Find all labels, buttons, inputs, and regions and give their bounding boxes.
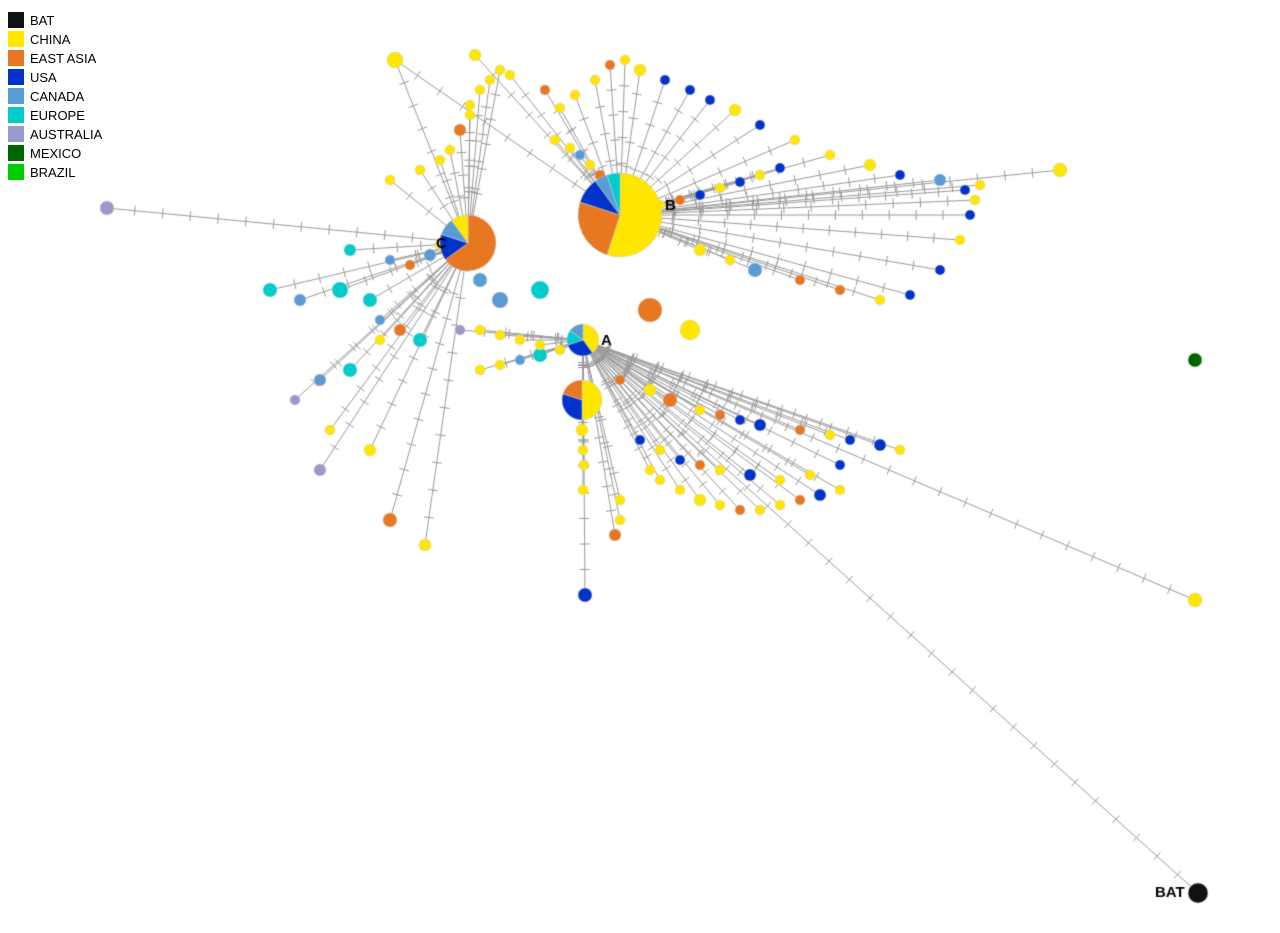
legend: BAT CHINA EAST ASIA USA CANADA EUROPE AUSTRALI… xyxy=(8,8,102,183)
network-graph xyxy=(0,0,1280,933)
legend-item-australia: AUSTRALIA xyxy=(8,126,102,142)
legend-item-brazil: BRAZIL xyxy=(8,164,102,180)
legend-item-mexico: MEXICO xyxy=(8,145,102,161)
legend-item-east-asia: EAST ASIA xyxy=(8,50,102,66)
legend-item-europe: EUROPE xyxy=(8,107,102,123)
legend-item-china: CHINA xyxy=(8,31,102,47)
legend-item-usa: USA xyxy=(8,69,102,85)
legend-item-canada: CANADA xyxy=(8,88,102,104)
legend-item-bat: BAT xyxy=(8,12,102,28)
